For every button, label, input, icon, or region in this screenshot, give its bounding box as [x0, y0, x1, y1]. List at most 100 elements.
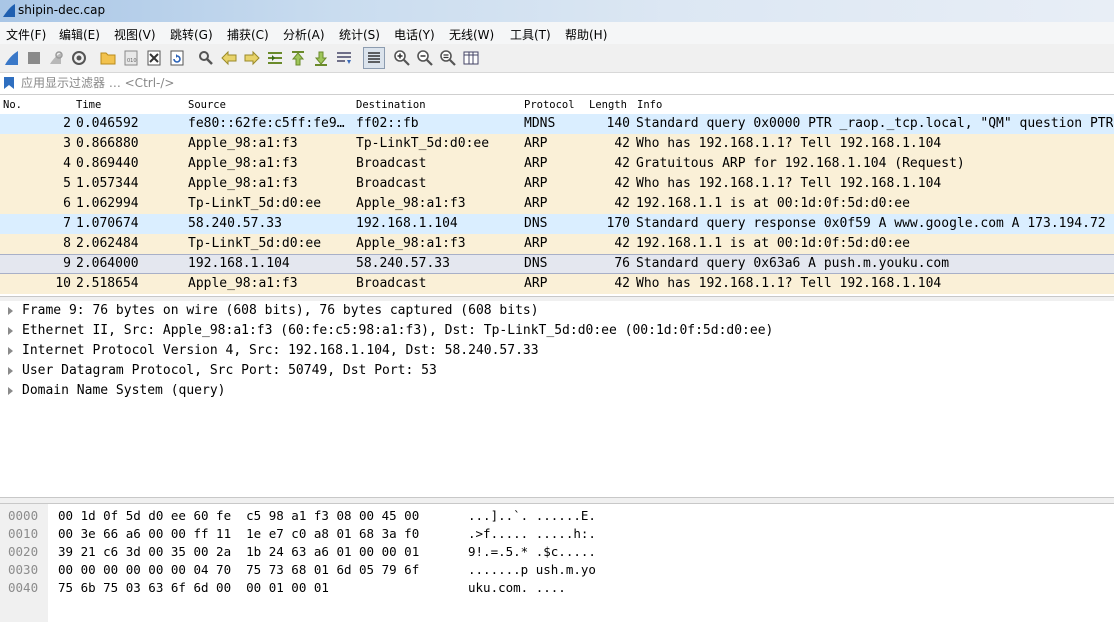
detail-tree-item[interactable]: Frame 9: 76 bytes on wire (608 bits), 76…	[0, 301, 1114, 321]
detail-tree-item[interactable]: Internet Protocol Version 4, Src: 192.16…	[0, 341, 1114, 361]
bytes-hex[interactable]: 75 6b 75 03 63 6f 6d 00 00 01 00 01	[58, 580, 329, 595]
bytes-offset: 0020	[8, 544, 39, 559]
expand-arrow-icon[interactable]	[8, 327, 13, 335]
packet-cell-protocol: DNS	[524, 216, 548, 231]
pane-splitter[interactable]	[0, 497, 1114, 504]
bytes-hex[interactable]: 00 1d 0f 5d d0 ee 60 fe c5 98 a1 f3 08 0…	[58, 508, 419, 523]
packet-cell-length: 42	[614, 176, 630, 191]
go-first-icon[interactable]	[288, 48, 308, 68]
go-last-icon[interactable]	[311, 48, 331, 68]
packet-row[interactable]: 4 0.869440 Apple_98:a1:f3 Broadcast ARP 42 Gra…	[0, 154, 1114, 174]
packet-row[interactable]: 6 1.062994 Tp-LinkT_5d:d0:ee Apple_98:a1:f3…	[0, 194, 1114, 214]
menu-telephony[interactable]: 电话(Y)	[394, 26, 435, 43]
expand-arrow-icon[interactable]	[8, 307, 13, 315]
menu-file[interactable]: 文件(F)	[6, 26, 46, 43]
packet-row[interactable]: 2 0.046592 fe80::62fe:c5ff:fe9… ff02::fb MDN…	[0, 114, 1114, 134]
go-forward-icon[interactable]	[242, 48, 262, 68]
packet-cell-no: 2	[63, 116, 71, 131]
packet-cell-info: Standard query 0x0000 PTR _raop._tcp.loc…	[636, 116, 1114, 131]
packet-bytes-pane: 0000 00 1d 0f 5d d0 ee 60 fe c5 98 a1 f3 …	[0, 504, 1114, 622]
stop-capture-icon[interactable]	[24, 48, 44, 68]
colorize-icon[interactable]	[363, 47, 385, 69]
packet-details-pane: Frame 9: 76 bytes on wire (608 bits), 76…	[0, 301, 1114, 497]
packet-cell-protocol: ARP	[524, 196, 548, 211]
restart-capture-icon[interactable]	[46, 48, 66, 68]
packet-cell-time: 0.866880	[76, 136, 139, 151]
menu-help[interactable]: 帮助(H)	[565, 26, 607, 43]
packet-cell-no: 9	[63, 256, 71, 271]
save-file-icon[interactable]: 010	[121, 48, 141, 68]
menu-go[interactable]: 跳转(G)	[170, 26, 213, 43]
packet-row[interactable]: 7 1.070674 58.240.57.33 192.168.1.104 DNS 170…	[0, 214, 1114, 234]
packet-cell-destination: ff02::fb	[356, 116, 419, 131]
display-filter-input[interactable]	[18, 75, 1111, 91]
bytes-row: 0040 75 6b 75 03 63 6f 6d 00 00 01 00 01 u…	[0, 577, 1114, 595]
bytes-hex[interactable]: 39 21 c6 3d 00 35 00 2a 1b 24 63 a6 01 0…	[58, 544, 419, 559]
bytes-ascii[interactable]: .......p ush.m.yo	[468, 562, 596, 577]
packet-cell-protocol: MDNS	[524, 116, 556, 131]
packet-cell-time: 1.057344	[76, 176, 139, 191]
packet-cell-source: Tp-LinkT_5d:d0:ee	[188, 236, 322, 251]
packet-row[interactable]: 3 0.866880 Apple_98:a1:f3 Tp-LinkT_5d:d0:ee…	[0, 134, 1114, 154]
menu-edit[interactable]: 编辑(E)	[59, 26, 100, 43]
detail-tree-item[interactable]: User Datagram Protocol, Src Port: 50749,…	[0, 361, 1114, 381]
packet-cell-info: Gratuitous ARP for 192.168.1.104 (Reques…	[636, 156, 965, 171]
menu-view[interactable]: 视图(V)	[114, 26, 156, 43]
col-header-no[interactable]: No.	[3, 99, 22, 111]
col-header-length[interactable]: Length	[589, 99, 627, 111]
packet-cell-protocol: ARP	[524, 276, 548, 291]
packet-cell-protocol: ARP	[524, 176, 548, 191]
zoom-in-icon[interactable]	[392, 48, 412, 68]
go-back-icon[interactable]	[219, 48, 239, 68]
expand-arrow-icon[interactable]	[8, 387, 13, 395]
detail-tree-item[interactable]: Ethernet II, Src: Apple_98:a1:f3 (60:fe:…	[0, 321, 1114, 341]
bytes-hex[interactable]: 00 3e 66 a6 00 00 ff 11 1e e7 c0 a8 01 6…	[58, 526, 419, 541]
col-header-source[interactable]: Source	[188, 99, 226, 111]
col-header-destination[interactable]: Destination	[356, 99, 426, 111]
bytes-offset: 0010	[8, 526, 39, 541]
resize-columns-icon[interactable]	[461, 48, 481, 68]
detail-text: Frame 9: 76 bytes on wire (608 bits), 76…	[22, 303, 539, 318]
start-capture-icon[interactable]	[2, 48, 22, 68]
menu-wireless[interactable]: 无线(W)	[449, 26, 494, 43]
expand-arrow-icon[interactable]	[8, 347, 13, 355]
menu-tools[interactable]: 工具(T)	[510, 26, 551, 43]
menu-statistics[interactable]: 统计(S)	[339, 26, 380, 43]
detail-tree-item[interactable]: Domain Name System (query)	[0, 381, 1114, 401]
packet-cell-length: 42	[614, 136, 630, 151]
col-header-protocol[interactable]: Protocol	[524, 99, 575, 111]
col-header-time[interactable]: Time	[76, 99, 101, 111]
packet-cell-length: 76	[614, 256, 630, 271]
packet-cell-destination: Broadcast	[356, 276, 427, 291]
packet-row[interactable]: 8 2.062484 Tp-LinkT_5d:d0:ee Apple_98:a1:f3…	[0, 234, 1114, 254]
reload-file-icon[interactable]	[167, 48, 187, 68]
menu-analyze[interactable]: 分析(A)	[283, 26, 325, 43]
packet-cell-source: Tp-LinkT_5d:d0:ee	[188, 196, 322, 211]
auto-scroll-icon[interactable]	[334, 48, 354, 68]
packet-cell-time: 2.518654	[76, 276, 139, 291]
close-file-icon[interactable]	[144, 48, 164, 68]
packet-row[interactable]: 10 2.518654 Apple_98:a1:f3 Broadcast ARP 42 Wh…	[0, 274, 1114, 294]
detail-text: Ethernet II, Src: Apple_98:a1:f3 (60:fe:…	[22, 323, 774, 338]
bytes-ascii[interactable]: 9!.=.5.* .$c.....	[468, 544, 596, 559]
packet-cell-destination: 192.168.1.104	[356, 216, 458, 231]
bytes-hex[interactable]: 00 00 00 00 00 00 04 70 75 73 68 01 6d 0…	[58, 562, 419, 577]
find-packet-icon[interactable]	[196, 48, 216, 68]
bytes-ascii[interactable]: .>f..... .....h:.	[468, 526, 596, 541]
bytes-ascii[interactable]: ...]..`. ......E.	[468, 508, 596, 523]
zoom-normal-icon[interactable]	[438, 48, 458, 68]
capture-options-icon[interactable]	[69, 48, 89, 68]
zoom-out-icon[interactable]	[415, 48, 435, 68]
packet-row[interactable]: 9 2.064000 192.168.1.104 58.240.57.33 DNS 76 S…	[0, 254, 1114, 274]
menu-capture[interactable]: 捕获(C)	[227, 26, 269, 43]
bytes-ascii[interactable]: uku.com. ....	[468, 580, 566, 595]
packet-cell-source: fe80::62fe:c5ff:fe9…	[188, 116, 345, 131]
col-header-info[interactable]: Info	[637, 99, 662, 111]
packet-cell-length: 42	[614, 236, 630, 251]
expand-arrow-icon[interactable]	[8, 367, 13, 375]
go-to-packet-icon[interactable]	[265, 48, 285, 68]
packet-cell-protocol: DNS	[524, 256, 548, 271]
open-file-icon[interactable]	[98, 48, 118, 68]
bookmark-icon[interactable]	[3, 76, 15, 90]
packet-row[interactable]: 5 1.057344 Apple_98:a1:f3 Broadcast ARP 42 Who…	[0, 174, 1114, 194]
